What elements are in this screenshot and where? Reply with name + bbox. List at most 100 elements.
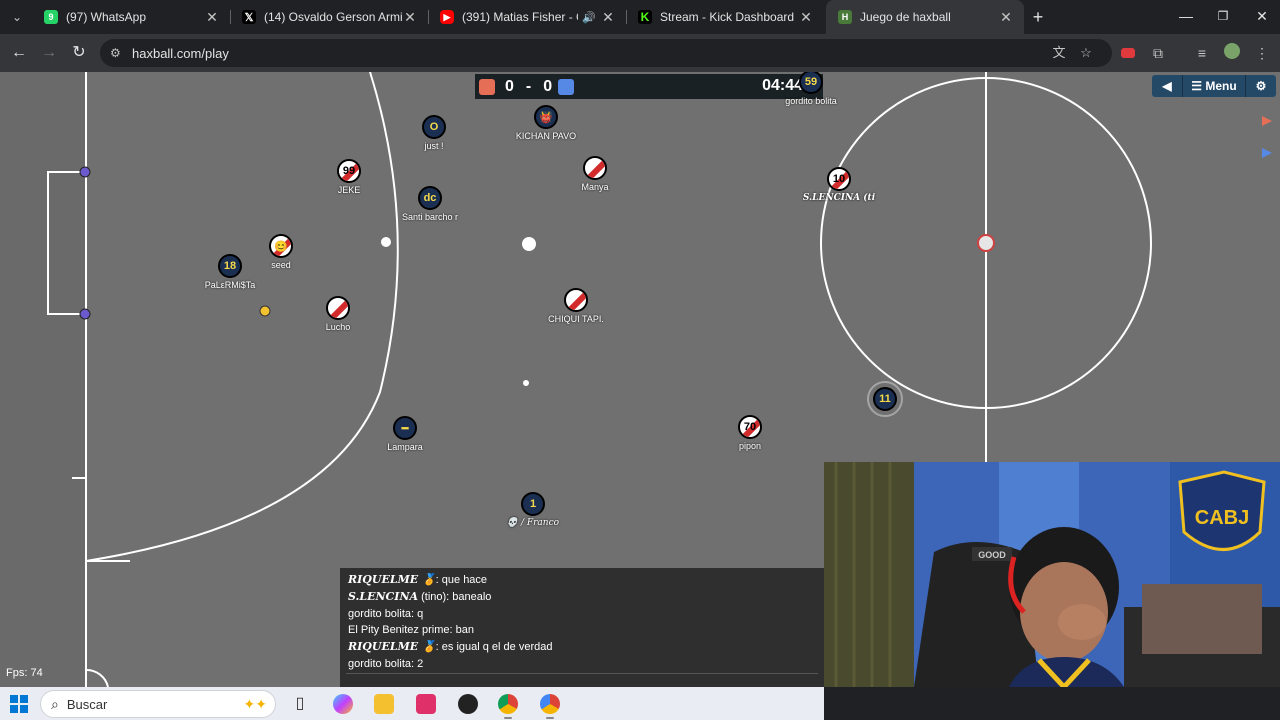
chat-author: S.LENCINA xyxy=(348,589,419,603)
translate-icon[interactable]: 文 xyxy=(1050,44,1068,62)
back-button[interactable]: ← xyxy=(8,42,30,64)
search-placeholder: Buscar xyxy=(66,696,108,712)
score-separator: - xyxy=(525,77,532,95)
chat-author: RIQUELME 🏅 xyxy=(348,573,436,586)
new-tab-button[interactable]: + xyxy=(1028,7,1048,27)
tab-whatsapp[interactable]: 9 (97) WhatsApp ✕ xyxy=(32,0,230,34)
player-avatar: 18 xyxy=(223,260,237,272)
minimize-button[interactable]: — xyxy=(1176,6,1196,26)
game-menu-bar: ◀ ☰ Menu ⚙ xyxy=(1152,75,1276,97)
chrome-menu-icon[interactable]: ⋮ xyxy=(1252,43,1272,63)
collapse-arrow-icon[interactable]: ◀ xyxy=(1152,75,1182,97)
player-name: 💀 / Franco xyxy=(506,518,560,528)
store-icon[interactable] xyxy=(416,694,436,714)
task-view-icon[interactable]: ▯ xyxy=(290,694,310,714)
chat-author: RIQUELME 🏅 xyxy=(348,640,436,654)
chat-message: gordito bolita: 2 xyxy=(348,656,816,673)
chat-message: S.LENCINA (tino): banealo xyxy=(348,589,816,606)
player-name: Santi barcho r xyxy=(401,212,459,222)
chat-text: gordito bolita: q xyxy=(348,607,424,620)
player-name: JEKE xyxy=(337,185,361,195)
player-name: gordito bolita xyxy=(785,96,837,106)
close-icon[interactable]: ✕ xyxy=(402,9,418,26)
player-avatar: O xyxy=(429,121,439,133)
close-icon[interactable]: ✕ xyxy=(600,9,616,26)
chat-text: El Pity Benitez prime: ban xyxy=(348,624,474,637)
close-window-button[interactable]: ✕ xyxy=(1252,6,1272,26)
windows-taskbar: ⌕ Buscar ✦✦ ▯ xyxy=(0,687,824,720)
profile-avatar[interactable] xyxy=(1222,43,1242,63)
url-text: haxball.com/play xyxy=(132,45,229,61)
player-name: PaLεRMi$Ta xyxy=(204,280,256,290)
chat-text: gordito bolita: 2 xyxy=(348,657,424,670)
chat-text: : es igual q el de verdad xyxy=(435,641,553,654)
chat-message: RIQUELME 🏅: que hace xyxy=(348,572,816,589)
media-controls-icon[interactable]: ≡ xyxy=(1192,43,1212,63)
blue-team-color xyxy=(558,78,575,95)
youtube-icon: ▶ xyxy=(440,10,454,24)
extension-record-icon[interactable] xyxy=(1118,43,1138,63)
haxball-icon: H xyxy=(838,10,852,24)
chat-input[interactable] xyxy=(346,673,818,683)
player-avatar: ━ xyxy=(401,422,409,435)
player-avatar: 1 xyxy=(529,498,537,510)
chrome-icon[interactable] xyxy=(498,694,518,719)
close-icon[interactable]: ✕ xyxy=(798,9,814,26)
tab-title: (14) Osvaldo Gerson Armiento xyxy=(264,10,402,24)
chat-text: : que hace xyxy=(435,574,488,586)
tab-youtube[interactable]: ▶ (391) Matias Fisher - Cosas 🔊 ✕ xyxy=(428,0,626,34)
sparkle-icon: ✦✦ xyxy=(243,695,267,712)
bookmark-star-icon[interactable]: ☆ xyxy=(1077,44,1095,62)
player-avatar: 👹 xyxy=(539,111,553,124)
close-icon[interactable]: ✕ xyxy=(998,9,1014,26)
site-info-icon[interactable]: ⚙ xyxy=(110,46,128,60)
chat-text: (tino): banealo xyxy=(418,590,492,603)
tab-x[interactable]: 𝕏 (14) Osvaldo Gerson Armiento ✕ xyxy=(230,0,428,34)
tab-title: (97) WhatsApp xyxy=(66,10,147,24)
taskbar-search[interactable]: ⌕ Buscar ✦✦ xyxy=(40,690,276,718)
settings-gear-icon[interactable]: ⚙ xyxy=(1246,75,1276,97)
player-avatar: 10 xyxy=(832,173,846,185)
whatsapp-icon: 9 xyxy=(44,10,58,24)
tab-kick[interactable]: K Stream - Kick Dashboard ✕ xyxy=(626,0,824,34)
player-avatar: 59 xyxy=(804,76,818,88)
tab-title: Juego de haxball xyxy=(860,10,951,24)
browser-toolbar: ← → ↻ ⚙ haxball.com/play 文 ☆ ⧉ ≡ ⋮ xyxy=(0,34,1280,72)
webcam-jersey-text: CABJ xyxy=(1195,507,1249,529)
chat-message: RIQUELME 🏅: es igual q el de verdad xyxy=(348,639,816,656)
tab-strip: ⌄ 9 (97) WhatsApp ✕ 𝕏 (14) Osvaldo Gerso… xyxy=(0,0,1280,34)
red-team-color xyxy=(479,78,495,95)
restore-button[interactable]: ❐ xyxy=(1213,6,1233,26)
player-name: Lucho xyxy=(325,322,351,332)
copilot-icon[interactable] xyxy=(333,694,353,714)
fps-counter: Fps: 74 xyxy=(6,667,43,679)
red-score: 0 xyxy=(505,77,514,95)
speaker-icon[interactable]: 🔊 xyxy=(582,11,596,24)
chrome-profile-icon[interactable] xyxy=(540,694,560,719)
reload-button[interactable]: ↻ xyxy=(68,42,90,64)
extensions-icon[interactable]: ⧉ xyxy=(1148,43,1168,63)
ball xyxy=(522,237,536,251)
haxball-game[interactable]: 0 - 0 04:44 ◀ ☰ Menu ⚙ 59 gordito bolita… xyxy=(0,72,1280,687)
close-icon[interactable]: ✕ xyxy=(204,9,220,26)
x-logo-icon: 𝕏 xyxy=(242,10,256,24)
player-avatar: dc xyxy=(423,192,437,204)
menu-button[interactable]: ☰ Menu xyxy=(1183,75,1245,97)
player-avatar: 99 xyxy=(342,165,356,177)
forward-button[interactable]: → xyxy=(38,42,60,64)
search-icon: ⌕ xyxy=(51,695,59,712)
obs-icon[interactable] xyxy=(458,694,478,714)
file-explorer-icon[interactable] xyxy=(374,694,394,714)
player-name: CHIQUI TAPI. xyxy=(548,314,604,324)
tab-search-button[interactable]: ⌄ xyxy=(6,7,28,27)
windows-start-icon[interactable] xyxy=(10,695,28,713)
player-name: Manya xyxy=(581,182,609,192)
player-avatar: 70 xyxy=(743,421,757,433)
address-bar[interactable]: ⚙ haxball.com/play xyxy=(100,39,1112,67)
player-name: just ! xyxy=(424,141,444,151)
tab-haxball[interactable]: H Juego de haxball ✕ xyxy=(826,0,1024,34)
tab-title: Stream - Kick Dashboard xyxy=(660,10,795,24)
webcam-image: CABJ GOOD xyxy=(824,462,1280,687)
player-avatar: 11 xyxy=(879,393,891,405)
webcam-chair-text: GOOD xyxy=(978,550,1006,560)
